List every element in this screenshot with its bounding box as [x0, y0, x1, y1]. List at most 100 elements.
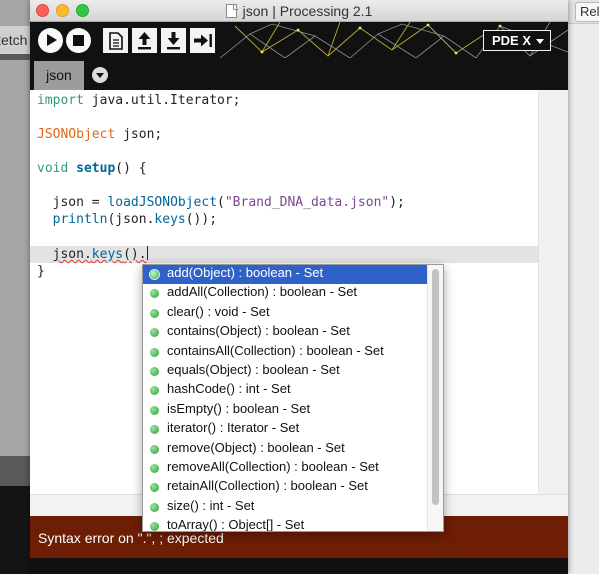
- code-text: ());: [185, 212, 218, 227]
- function-name-token: setup: [76, 161, 116, 176]
- background-release-button[interactable]: Rele: [575, 2, 599, 22]
- completion-item-label: addAll(Collection) : boolean - Set: [167, 284, 358, 300]
- run-button[interactable]: [38, 28, 63, 53]
- code-text: json.: [52, 247, 92, 262]
- completion-item[interactable]: iterator() : Iterator - Set: [143, 420, 427, 439]
- code-text: json;: [115, 127, 163, 142]
- completion-item-label: iterator() : Iterator - Set: [167, 420, 300, 436]
- keyword-token: import: [37, 93, 84, 108]
- method-icon: [150, 444, 159, 454]
- background-divider: [0, 54, 30, 60]
- document-icon: [225, 4, 237, 18]
- editor-vertical-scrollbar[interactable]: [538, 90, 568, 494]
- save-arrow-down-icon: [167, 32, 180, 50]
- new-sketch-icon: [109, 32, 123, 50]
- title-bar: json | Processing 2.1: [30, 0, 568, 22]
- toolbar: PDE X: [30, 22, 568, 58]
- mode-label: PDE X: [492, 33, 532, 48]
- function-token: keys: [154, 212, 186, 227]
- string-token: "Brand_DNA_data.json": [224, 195, 390, 210]
- new-sketch-button[interactable]: [103, 28, 128, 53]
- function-token: println: [52, 212, 108, 227]
- completion-item-label: size() : int - Set: [167, 497, 255, 513]
- background-console: [0, 486, 30, 574]
- code-text: java.util.Iterator;: [83, 93, 241, 108]
- completion-item[interactable]: size() : int - Set: [143, 498, 427, 517]
- window-title: json | Processing 2.1: [30, 0, 568, 22]
- completion-list: add(Object) : boolean - Set addAll(Colle…: [143, 265, 427, 532]
- completion-item-label: clear() : void - Set: [167, 303, 270, 319]
- method-icon: [150, 270, 159, 279]
- tab-bar: json: [30, 58, 568, 90]
- completion-item-label: remove(Object) : boolean - Set: [167, 439, 345, 455]
- background-sketch-tab[interactable]: ketch: [0, 26, 30, 54]
- function-token: keys: [91, 247, 124, 262]
- completion-item[interactable]: equals(Object) : boolean - Set: [143, 362, 427, 381]
- method-icon: [150, 386, 159, 396]
- background-panel: [0, 456, 30, 486]
- code-text: }: [37, 264, 45, 279]
- keyword-token: void: [37, 161, 69, 176]
- completion-item[interactable]: retainAll(Collection) : boolean - Set: [143, 478, 427, 497]
- export-button[interactable]: [190, 28, 215, 53]
- status-message: Syntax error on ".", ; expected: [38, 530, 224, 546]
- completion-item[interactable]: remove(Object) : boolean - Set: [143, 440, 427, 459]
- chevron-down-icon: [536, 39, 544, 44]
- mode-selector[interactable]: PDE X: [483, 30, 551, 51]
- completion-item-label: equals(Object) : boolean - Set: [167, 361, 340, 377]
- title-separator: |: [272, 3, 276, 19]
- function-token: loadJSONObject: [107, 195, 218, 210]
- title-app-name: Processing 2.1: [279, 3, 373, 19]
- method-icon: [150, 425, 159, 435]
- save-button[interactable]: [161, 28, 186, 53]
- method-icon: [150, 366, 159, 376]
- completion-item-label: removeAll(Collection) : boolean - Set: [167, 458, 379, 474]
- error-underlined-token: json.keys().: [53, 247, 147, 262]
- code-line: println(json.keys());: [37, 211, 217, 228]
- code-line: json.keys().: [37, 246, 148, 263]
- code-text: (json.: [107, 212, 155, 227]
- completion-item[interactable]: contains(Object) : boolean - Set: [143, 323, 427, 342]
- completion-item[interactable]: toArray() : Object[] - Set: [143, 517, 427, 532]
- code-text: );: [389, 195, 405, 210]
- tab-menu-button[interactable]: [92, 67, 108, 83]
- code-line: import java.util.Iterator;: [37, 92, 241, 109]
- completion-item-label: toArray() : Object[] - Set: [167, 517, 305, 532]
- code-text: ().: [123, 247, 147, 262]
- console-area: [30, 558, 568, 574]
- completion-item-label: containsAll(Collection) : boolean - Set: [167, 342, 384, 358]
- method-icon: [150, 308, 159, 318]
- export-arrow-right-icon: [194, 34, 212, 47]
- completion-scrollbar[interactable]: [427, 265, 443, 531]
- completion-item-label: contains(Object) : boolean - Set: [167, 323, 350, 339]
- completion-item-label: isEmpty() : boolean - Set: [167, 400, 311, 416]
- completion-item[interactable]: containsAll(Collection) : boolean - Set: [143, 343, 427, 362]
- completion-item[interactable]: isEmpty() : boolean - Set: [143, 401, 427, 420]
- completion-item[interactable]: clear() : void - Set: [143, 304, 427, 323]
- completion-item[interactable]: removeAll(Collection) : boolean - Set: [143, 459, 427, 478]
- method-icon: [150, 522, 159, 531]
- code-line: }: [37, 263, 45, 280]
- completion-scrollbar-thumb[interactable]: [432, 269, 439, 505]
- title-filename: json: [242, 3, 269, 19]
- text-caret: [146, 246, 148, 260]
- method-icon: [150, 347, 159, 357]
- method-icon: [150, 463, 159, 473]
- stop-button[interactable]: [66, 28, 91, 53]
- code-text: () {: [115, 161, 147, 176]
- completion-item-label: retainAll(Collection) : boolean - Set: [167, 478, 368, 494]
- method-icon: [150, 405, 159, 415]
- tab-json[interactable]: json: [34, 61, 84, 90]
- code-line: json = loadJSONObject("Brand_DNA_data.js…: [37, 194, 405, 211]
- completion-item[interactable]: hashCode() : int - Set: [143, 381, 427, 400]
- completion-item-label: hashCode() : int - Set: [167, 381, 291, 397]
- completion-item[interactable]: addAll(Collection) : boolean - Set: [143, 284, 427, 303]
- open-button[interactable]: [132, 28, 157, 53]
- method-icon: [150, 289, 159, 299]
- completion-item[interactable]: add(Object) : boolean - Set: [143, 265, 427, 285]
- method-icon: [150, 483, 159, 493]
- code-completion-popup[interactable]: add(Object) : boolean - Set addAll(Colle…: [142, 264, 444, 532]
- method-icon: [150, 502, 159, 512]
